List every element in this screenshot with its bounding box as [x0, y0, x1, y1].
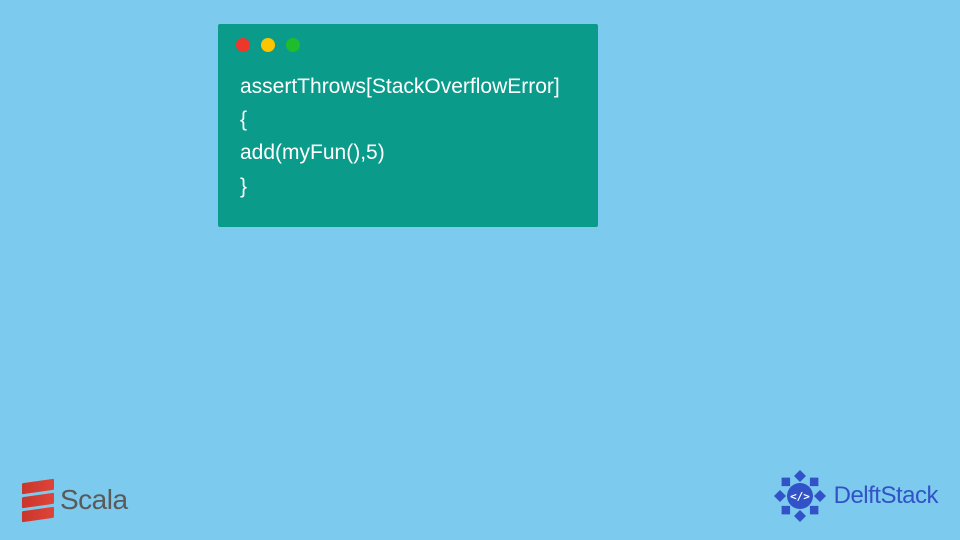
svg-text:</>: </> [790, 490, 810, 503]
code-line: assertThrows[StackOverflowError] [240, 75, 560, 98]
code-line: { [240, 108, 247, 131]
scala-logo: Scala [22, 476, 128, 524]
code-line: } [240, 175, 247, 198]
maximize-icon [286, 38, 300, 52]
code-window: assertThrows[StackOverflowError] { add(m… [218, 24, 598, 227]
window-titlebar [218, 24, 598, 62]
code-line: add(myFun(),5) [240, 141, 385, 164]
delftstack-logo: </> DelftStack [772, 468, 938, 524]
delftstack-logo-text: DelftStack [834, 482, 938, 510]
close-icon [236, 38, 250, 52]
code-body: assertThrows[StackOverflowError] { add(m… [218, 62, 598, 207]
scala-icon [22, 476, 54, 524]
scala-logo-text: Scala [60, 484, 128, 516]
delftstack-icon: </> [772, 468, 828, 524]
minimize-icon [261, 38, 275, 52]
